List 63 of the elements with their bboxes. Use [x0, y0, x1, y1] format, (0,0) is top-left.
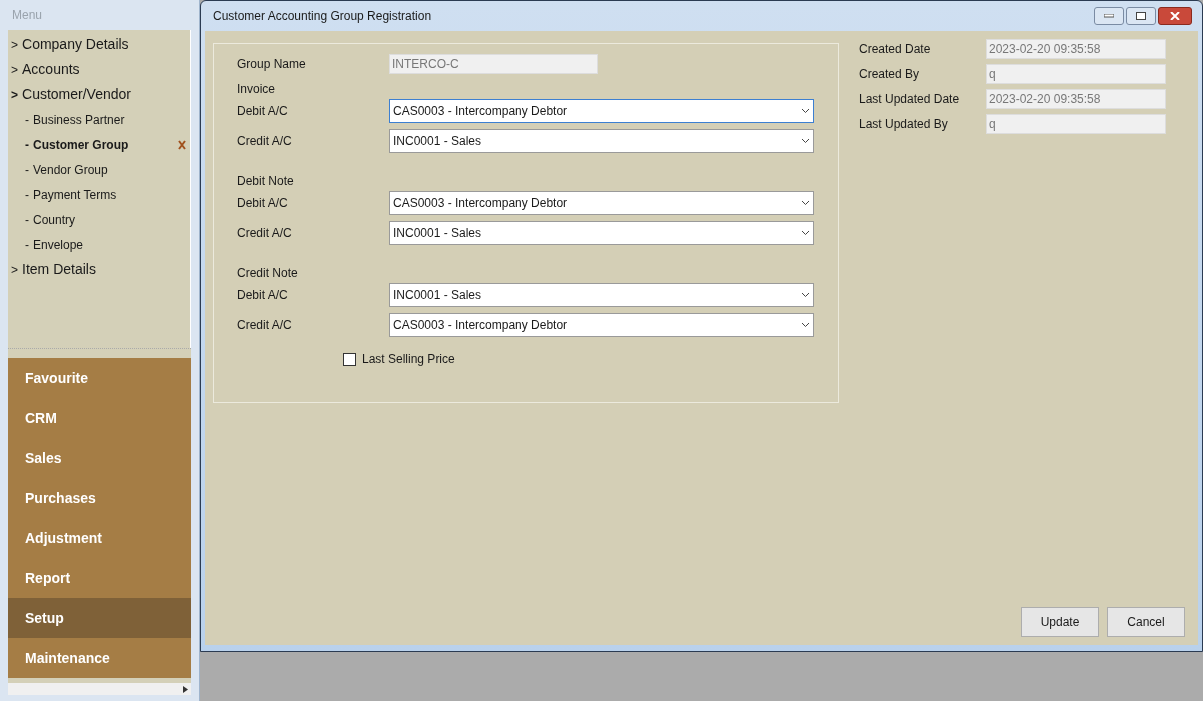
close-icon	[1170, 12, 1180, 20]
chevron-down-icon	[801, 322, 810, 328]
checkbox-label: Last Selling Price	[362, 351, 455, 368]
info-label: Created By	[859, 66, 921, 83]
account-dropdown[interactable]: CAS0003 - Intercompany Debtor	[389, 313, 814, 337]
account-dropdown[interactable]: CAS0003 - Intercompany Debtor	[389, 99, 814, 123]
tree-subitem[interactable]: - Customer Group	[8, 132, 190, 157]
account-dropdown[interactable]: CAS0003 - Intercompany Debtor	[389, 191, 814, 215]
chevron-down-icon	[801, 108, 810, 114]
section-title: Invoice	[237, 82, 276, 96]
field-label: Debit A/C	[237, 103, 289, 120]
chevron-down-icon	[801, 292, 810, 298]
field-label: Group Name	[237, 56, 307, 73]
tree-item[interactable]: > Customer/Vendor	[8, 82, 190, 107]
field-label: Credit A/C	[237, 317, 293, 334]
module-tab[interactable]: Report	[8, 558, 191, 598]
field-label: Debit A/C	[237, 287, 289, 304]
dialog-button[interactable]: Update	[1021, 607, 1099, 637]
module-tab[interactable]: Purchases	[8, 478, 191, 518]
tree-item[interactable]: > Accounts	[8, 57, 190, 82]
module-tab[interactable]: Sales	[8, 438, 191, 478]
chevron-down-icon	[801, 138, 810, 144]
window-title: Customer Accounting Group Registration	[212, 8, 433, 25]
chevron-down-icon	[801, 200, 810, 206]
tree-subitem[interactable]: - Business Partner	[8, 107, 190, 132]
tree-item[interactable]: > Company Details	[8, 32, 190, 57]
scroll-right-icon[interactable]	[183, 685, 188, 693]
menu-title: Menu	[12, 7, 43, 24]
tree-subitem[interactable]: - Envelope	[8, 232, 190, 257]
tree-subitem[interactable]: - Vendor Group	[8, 157, 190, 182]
maximize-button[interactable]	[1126, 7, 1156, 25]
info-field: q	[986, 114, 1166, 134]
dialog-button[interactable]: Cancel	[1107, 607, 1185, 637]
scrollbar[interactable]	[8, 683, 191, 695]
checkbox[interactable]	[343, 352, 356, 366]
module-tab[interactable]: Favourite	[8, 358, 191, 398]
maximize-icon	[1136, 12, 1146, 20]
account-dropdown[interactable]: INC0001 - Sales	[389, 221, 814, 245]
tree-subitem[interactable]: - Country	[8, 207, 190, 232]
module-tab[interactable]: Adjustment	[8, 518, 191, 558]
tree-item[interactable]: > Item Details	[8, 257, 190, 282]
close-button[interactable]	[1158, 7, 1192, 25]
field-label: Debit A/C	[237, 195, 289, 212]
section-title: Debit Note	[237, 174, 294, 188]
minimize-icon	[1104, 14, 1114, 18]
account-dropdown[interactable]: INC0001 - Sales	[389, 283, 814, 307]
chevron-down-icon	[801, 230, 810, 236]
info-label: Last Updated By	[859, 116, 949, 133]
account-dropdown[interactable]: INC0001 - Sales	[389, 129, 814, 153]
group-name-field[interactable]: INTERCO-C	[389, 54, 598, 74]
tree-subitem[interactable]: - Payment Terms	[8, 182, 190, 207]
module-tab[interactable]: Maintenance	[8, 638, 191, 678]
info-label: Created Date	[859, 41, 932, 58]
info-field: 2023-02-20 09:35:58	[986, 39, 1166, 59]
module-tab[interactable]: Setup	[8, 598, 191, 638]
section-title: Credit Note	[237, 266, 298, 280]
close-icon[interactable]	[178, 139, 186, 150]
info-field: q	[986, 64, 1166, 84]
info-label: Last Updated Date	[859, 91, 961, 108]
field-label: Credit A/C	[237, 133, 293, 150]
module-tab[interactable]: CRM	[8, 398, 191, 438]
info-field: 2023-02-20 09:35:58	[986, 89, 1166, 109]
field-label: Credit A/C	[237, 225, 293, 242]
